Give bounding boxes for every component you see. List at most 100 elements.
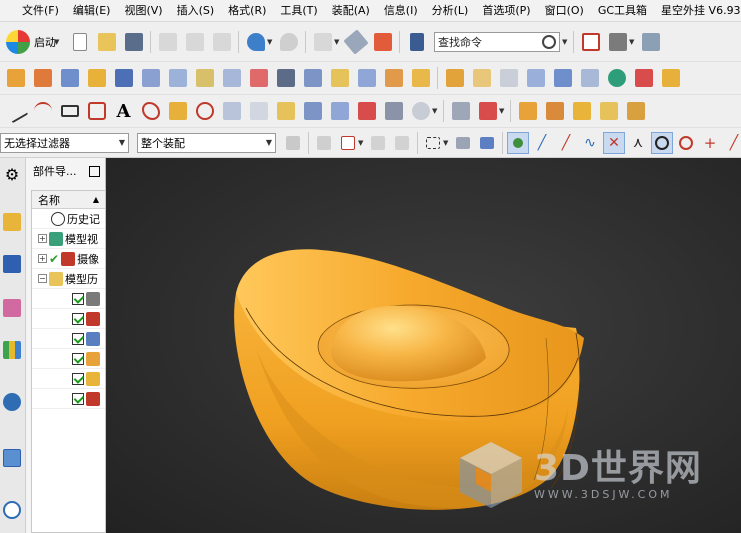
menu-file[interactable]: 文件(F) <box>0 0 66 22</box>
offset-face-button[interactable] <box>219 66 244 90</box>
assembly-filter-button[interactable] <box>282 132 304 154</box>
tree-row-model-history[interactable]: − 模型历 <box>32 269 105 289</box>
menu-insert[interactable]: 插入(S) <box>170 0 222 22</box>
section-view-button[interactable] <box>475 99 500 123</box>
undo-button[interactable] <box>243 30 268 54</box>
save-button[interactable] <box>121 30 146 54</box>
select-body-button[interactable] <box>452 132 474 154</box>
menu-assemblies[interactable]: 装配(A) <box>325 0 377 22</box>
existing-point-button[interactable]: + <box>699 132 721 154</box>
tree-row-feature-extrude[interactable] <box>32 329 105 349</box>
menu-preferences[interactable]: 首选项(P) <box>475 0 537 22</box>
chevron-down-icon[interactable]: ▼ <box>443 139 451 147</box>
gc-tool-2-button[interactable] <box>542 99 567 123</box>
text-button[interactable]: A <box>111 99 136 123</box>
search-icon[interactable] <box>542 34 556 49</box>
chevron-down-icon[interactable]: ▼ <box>334 38 342 46</box>
info-button[interactable] <box>404 30 429 54</box>
tree-row-feature-revolve[interactable] <box>32 309 105 329</box>
datum-button[interactable] <box>631 66 656 90</box>
section-curve-button[interactable] <box>300 99 325 123</box>
shaded-view-button[interactable] <box>605 30 630 54</box>
web-browser-tab[interactable] <box>0 390 24 414</box>
trim-button[interactable] <box>273 66 298 90</box>
tree-row-feature-trim[interactable] <box>32 389 105 409</box>
mid-point-button[interactable]: ╱ <box>555 132 577 154</box>
sketch-button[interactable] <box>138 99 163 123</box>
end-point-button[interactable]: ╱ <box>531 132 553 154</box>
hole-button[interactable] <box>381 66 406 90</box>
box-button[interactable] <box>165 66 190 90</box>
deselect-button[interactable] <box>367 132 389 154</box>
rectangle-button[interactable] <box>57 99 82 123</box>
menu-information[interactable]: 信息(I) <box>377 0 425 22</box>
gc-tool-3-button[interactable] <box>569 99 594 123</box>
visibility-checkbox[interactable] <box>72 352 84 365</box>
menu-edit[interactable]: 编辑(E) <box>66 0 118 22</box>
rectangle-select-button[interactable] <box>422 132 444 154</box>
cylinder-button[interactable] <box>408 99 433 123</box>
tree-row-cameras[interactable]: + ✔ 摄像 <box>32 249 105 269</box>
menu-window[interactable]: 窗口(O) <box>538 0 591 22</box>
chevron-down-icon[interactable]: ▼ <box>358 139 366 147</box>
select-feature-button[interactable] <box>313 132 335 154</box>
intersection-point-button[interactable]: ✕ <box>603 131 625 154</box>
transform-button[interactable] <box>370 30 395 54</box>
revolve-button[interactable] <box>30 66 55 90</box>
pin-icon[interactable] <box>89 165 100 177</box>
menu-plugin[interactable]: 星空外挂 V6.933F <box>654 0 741 22</box>
select-face-button[interactable] <box>476 132 498 154</box>
through-curves-button[interactable] <box>111 66 136 90</box>
gc-tool-5-button[interactable] <box>623 99 648 123</box>
project-curve-button[interactable] <box>192 99 217 123</box>
menu-analysis[interactable]: 分析(L) <box>425 0 476 22</box>
graphics-window[interactable]: 3D世界网 WWW.3DSJW.COM <box>106 158 741 533</box>
control-point-button[interactable]: ∿ <box>579 132 601 154</box>
polygon-button[interactable] <box>84 99 109 123</box>
tree-row-history[interactable]: 历史记 <box>32 209 105 229</box>
tree-row-feature-pattern[interactable] <box>32 349 105 369</box>
emboss-button[interactable] <box>84 66 109 90</box>
offset-curve-button[interactable] <box>165 99 190 123</box>
delete-face-button[interactable] <box>246 66 271 90</box>
tree-row-feature-blend[interactable] <box>32 369 105 389</box>
pattern-face-button[interactable] <box>550 66 575 90</box>
edit-object-button[interactable] <box>342 28 369 55</box>
patch-button[interactable] <box>523 66 548 90</box>
menu-tools[interactable]: 工具(T) <box>273 0 324 22</box>
open-file-button[interactable] <box>94 30 119 54</box>
mirror-body-button[interactable] <box>577 66 602 90</box>
arc-button[interactable] <box>30 99 55 123</box>
intersection-curve-button[interactable] <box>219 99 244 123</box>
mesh-surface-button[interactable] <box>327 99 352 123</box>
blend-button[interactable] <box>327 66 352 90</box>
tree-row-feature-datum[interactable] <box>32 289 105 309</box>
draft-button[interactable] <box>408 66 433 90</box>
sweep-button[interactable] <box>192 66 217 90</box>
cut-button[interactable] <box>155 30 180 54</box>
redo-button[interactable] <box>276 30 301 54</box>
column-header-name[interactable]: 名称 ▲ <box>32 191 105 209</box>
quick-pick-button[interactable] <box>391 132 413 154</box>
point-on-curve-button[interactable]: ╱ <box>723 132 741 154</box>
menu-format[interactable]: 格式(R) <box>221 0 273 22</box>
chevron-down-icon[interactable]: ▼ <box>499 107 507 115</box>
point-button[interactable] <box>604 66 629 90</box>
block-button[interactable] <box>138 66 163 90</box>
expand-icon[interactable]: + <box>38 234 47 243</box>
clock-tab[interactable] <box>0 498 24 522</box>
sew-button[interactable] <box>496 66 521 90</box>
menu-gc-toolbox[interactable]: GC工具箱 <box>591 0 654 22</box>
split-curve-button[interactable] <box>354 99 379 123</box>
line-button[interactable] <box>3 98 28 124</box>
selection-scope-select[interactable]: 整个装配 ▼ <box>137 132 276 153</box>
repeat-command-button[interactable] <box>310 30 335 54</box>
tree-row-model-views[interactable]: + 模型视 <box>32 229 105 249</box>
tangent-point-button[interactable]: ⋏ <box>627 132 649 154</box>
gc-tool-1-button[interactable] <box>515 99 540 123</box>
snap-enable-button[interactable] <box>507 131 529 154</box>
part-navigator-tab[interactable] <box>0 296 24 320</box>
visibility-checkbox[interactable] <box>72 372 84 385</box>
visibility-checkbox[interactable] <box>72 332 84 345</box>
type-filter-select[interactable]: 无选择过滤器 ▼ <box>0 132 129 153</box>
